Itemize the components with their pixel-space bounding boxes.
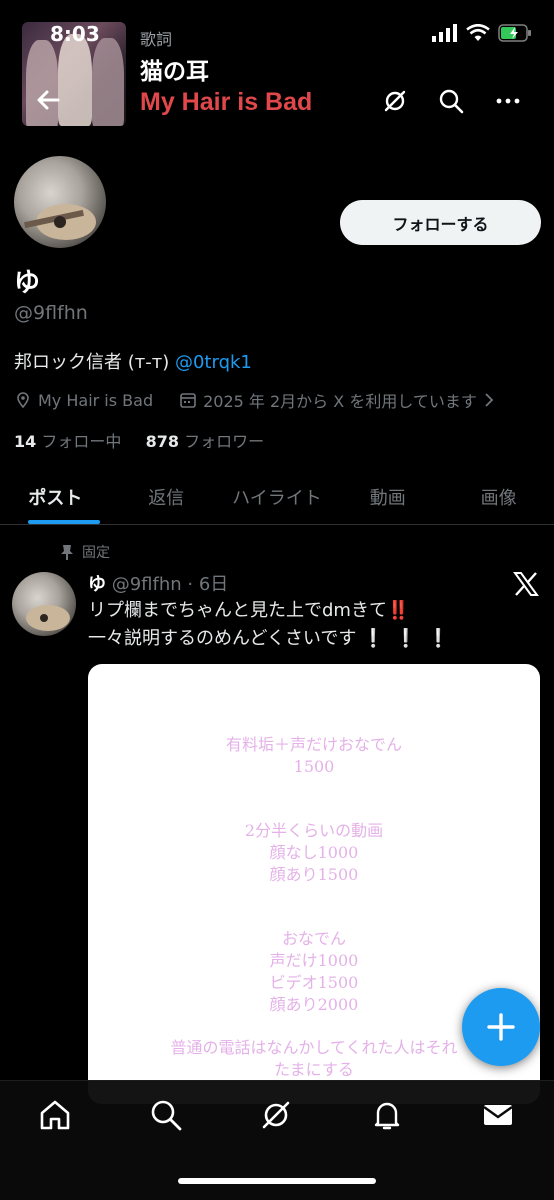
status-icons xyxy=(432,24,532,42)
status-time: 8:03 xyxy=(50,22,100,46)
post-line-2-emoji: ❕❕❕ xyxy=(362,628,460,649)
grok-icon[interactable] xyxy=(258,1097,294,1133)
image-line: 1500 xyxy=(293,757,335,776)
image-text-block-2: 2分半くらいの動画 顔なし1000 顔あり1500 xyxy=(88,820,540,886)
display-name: ゆ xyxy=(14,268,41,298)
post-header: ゆ @9flfhn · 6日 xyxy=(88,570,228,596)
profile-avatar[interactable] xyxy=(12,154,108,250)
plus-icon xyxy=(487,1013,515,1041)
image-line: ビデオ1500 xyxy=(269,973,359,992)
x-logo-icon xyxy=(513,572,539,596)
chevron-right-icon[interactable] xyxy=(483,391,495,409)
bio-mention-link[interactable]: @0trqk1 xyxy=(175,352,252,373)
pinned-indicator: 固定 xyxy=(60,542,110,562)
tab-videos[interactable]: 動画 xyxy=(332,470,443,524)
more-icon[interactable] xyxy=(491,84,525,118)
post-line-1: リプ欄までちゃんと見た上でdmきて xyxy=(88,600,387,621)
image-line: 2分半くらいの動画 xyxy=(244,821,384,840)
back-arrow-icon[interactable] xyxy=(30,82,66,118)
artist-name: My Hair is Bad xyxy=(140,88,313,116)
post-line-2: 一々説明するのめんどくさいです xyxy=(88,628,357,649)
profile-handle: @9flfhn xyxy=(14,302,88,324)
pin-icon xyxy=(61,545,73,560)
profile-meta: My Hair is Bad 2025 年 2月から X を利用しています xyxy=(14,388,495,412)
bell-icon[interactable] xyxy=(369,1097,405,1133)
tab-replies[interactable]: 返信 xyxy=(111,470,222,524)
following-count[interactable]: 14 xyxy=(14,432,36,451)
post-author[interactable]: ゆ xyxy=(88,574,106,595)
tab-highlights[interactable]: ハイライト xyxy=(222,470,333,524)
post-line-1-emoji: ‼️ xyxy=(386,600,410,621)
image-line: 声だけ1000 xyxy=(269,951,359,970)
following-label[interactable]: フォロー中 xyxy=(41,432,121,451)
followers-label[interactable]: フォロワー xyxy=(184,432,264,451)
post-handle-time[interactable]: @9flfhn · 6日 xyxy=(112,574,229,595)
follow-stats: 14 フォロー中 878 フォロワー xyxy=(14,428,264,452)
profile-location: My Hair is Bad xyxy=(38,390,154,410)
image-line: おなでん xyxy=(281,929,346,948)
post-text: リプ欄までちゃんと見た上でdmきて‼️ 一々説明するのめんどくさいです ❕❕❕ xyxy=(88,597,459,653)
followers-count[interactable]: 878 xyxy=(146,432,179,451)
image-line: 顔なし1000 xyxy=(269,843,359,862)
profile-joined[interactable]: 2025 年 2月から X を利用しています xyxy=(203,388,477,412)
search-nav-icon[interactable] xyxy=(148,1097,184,1133)
lyrics-label: 歌詞 xyxy=(140,30,173,49)
search-icon[interactable] xyxy=(434,84,468,118)
battery-icon xyxy=(498,24,531,42)
image-line: 有料垢＋声だけおなでん xyxy=(225,735,402,754)
image-text-block-1: 有料垢＋声だけおなでん 1500 xyxy=(88,734,540,778)
tab-posts[interactable]: ポスト xyxy=(0,470,111,524)
home-icon[interactable] xyxy=(37,1097,73,1133)
wifi-icon xyxy=(466,24,490,41)
pinned-label: 固定 xyxy=(82,545,110,561)
location-icon xyxy=(17,392,29,409)
mail-icon[interactable] xyxy=(480,1097,516,1133)
compose-button[interactable] xyxy=(462,988,540,1066)
no-sync-icon[interactable] xyxy=(378,84,412,118)
home-indicator xyxy=(178,1178,376,1184)
signal-icon xyxy=(432,24,457,42)
calendar-icon xyxy=(180,393,196,408)
bio-text: 邦ロック信者 (ᴛ-ᴛ) xyxy=(14,352,175,373)
tab-images[interactable]: 画像 xyxy=(443,470,554,524)
image-line: 顔あり1500 xyxy=(269,865,359,884)
image-line: たまにする xyxy=(274,1060,354,1079)
song-title: 猫の耳 xyxy=(140,59,209,85)
follow-button[interactable]: フォローする xyxy=(340,200,541,245)
profile-tabs: ポスト 返信 ハイライト 動画 画像 xyxy=(0,470,554,525)
profile-bio: 邦ロック信者 (ᴛ-ᴛ) @0trqk1 xyxy=(14,348,252,374)
post-avatar[interactable] xyxy=(12,572,76,636)
